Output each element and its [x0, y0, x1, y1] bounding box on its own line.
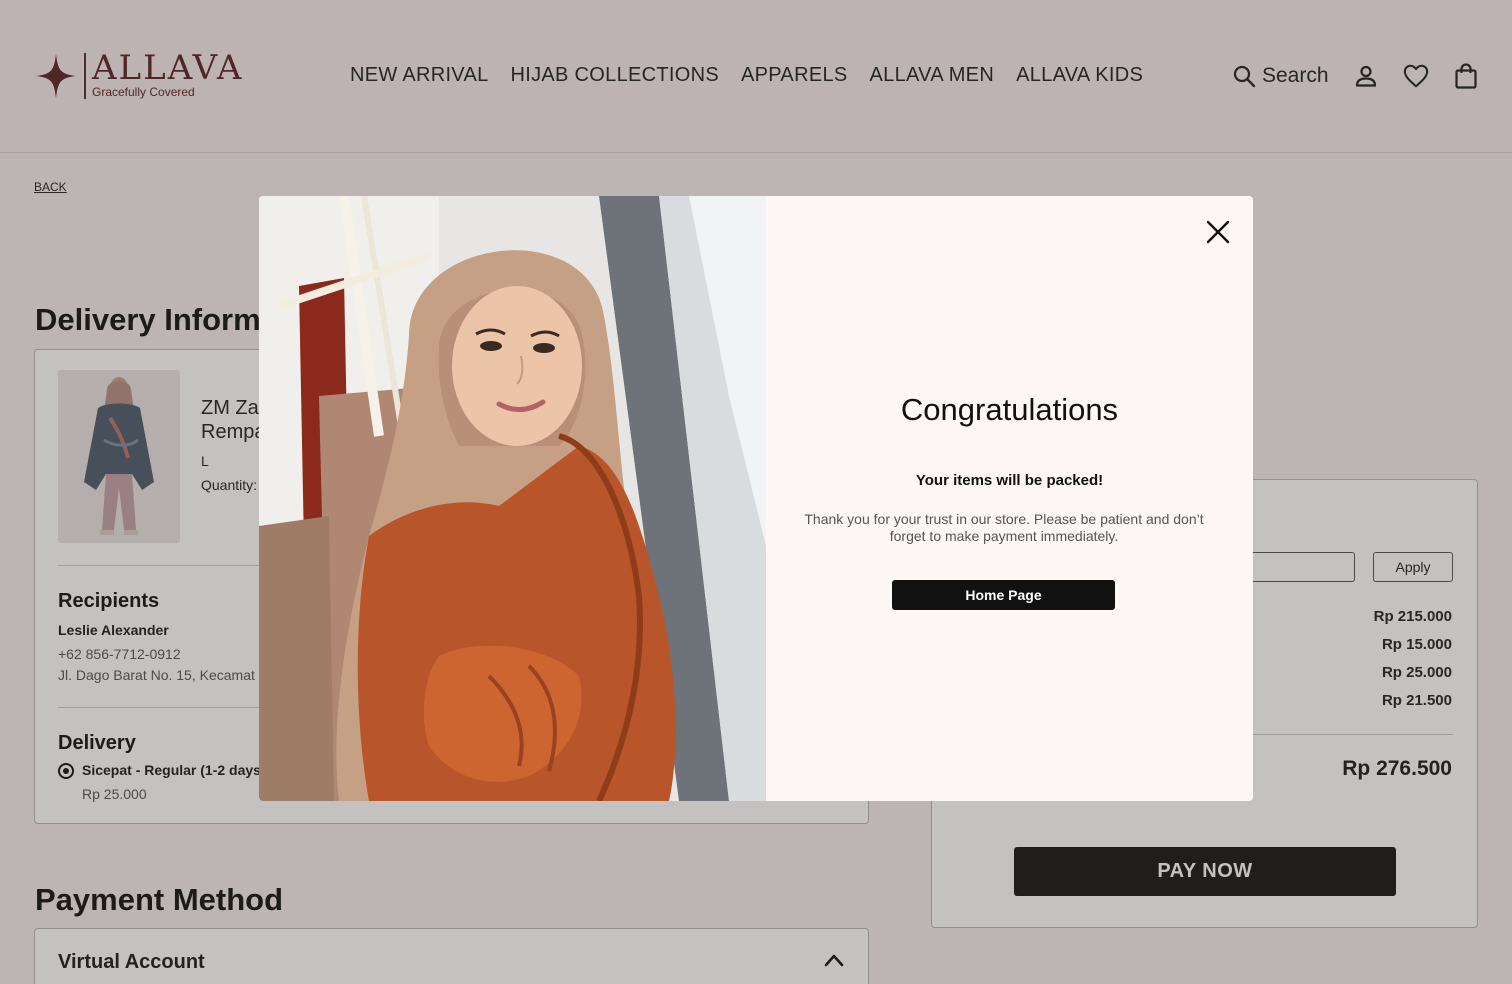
model-photo [259, 196, 766, 801]
modal-subtitle: Your items will be packed! [915, 472, 1104, 489]
close-icon[interactable] [1204, 218, 1232, 246]
modal-message: Thank you for your trust in our store. P… [804, 511, 1204, 544]
success-modal: Congratulations Your items will be packe… [259, 196, 1253, 801]
home-page-button[interactable]: Home Page [892, 580, 1115, 610]
modal-title: Congratulations [900, 392, 1119, 427]
